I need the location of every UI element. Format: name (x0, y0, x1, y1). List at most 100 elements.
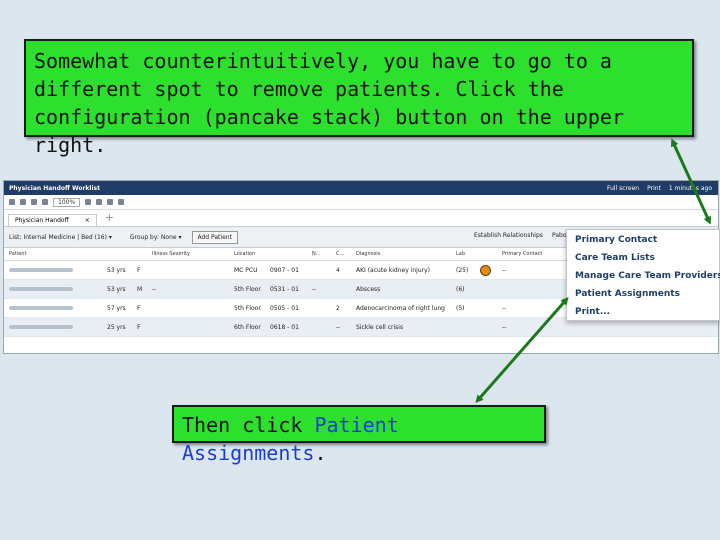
severity-cell (147, 299, 229, 317)
alert-badge-icon (475, 261, 497, 279)
close-icon[interactable]: × (85, 217, 90, 224)
instruction-text-top: Somewhat counterintuitively, you have to… (34, 49, 625, 157)
configuration-menu: Primary Contact Care Team Lists Manage C… (566, 229, 720, 321)
column-header[interactable]: Patient (4, 248, 102, 260)
group-select[interactable]: None (161, 234, 177, 241)
column-header[interactable]: Lab (451, 248, 475, 260)
location-cell: 5th Floor (234, 304, 261, 312)
column-header[interactable] (475, 248, 497, 260)
age-cell: 25 yrs (107, 323, 126, 331)
instruction-text-bottom-suffix: . (314, 441, 327, 465)
full-screen-button[interactable]: Full screen (607, 185, 639, 192)
column-header[interactable] (132, 248, 147, 260)
menu-item-patient-assignments[interactable]: Patient Assignments (575, 289, 680, 299)
icon-cell (475, 280, 497, 298)
column-header[interactable]: Illness Severity (147, 248, 229, 260)
diagnosis-cell: Sickle cell crisis (356, 323, 404, 331)
column-header[interactable]: Location (229, 248, 265, 260)
toolbar: 100% (4, 195, 718, 210)
instruction-callout-bottom: Then click Patient Assignments. (172, 405, 546, 465)
icon-cell (475, 318, 497, 336)
tab-label: Physician Handoff (15, 217, 69, 224)
count-cell: 2 (336, 304, 340, 312)
pabo-label: Pabo (552, 232, 567, 239)
refresh-timestamp[interactable]: 1 minutes ago (669, 185, 712, 192)
list-label: List: (9, 233, 22, 241)
primary-contact-cell: -- (502, 304, 507, 312)
severity-cell (147, 318, 229, 336)
location-cell: 6th Floor (234, 323, 261, 331)
primary-contact-cell: -- (502, 266, 507, 274)
diagnosis-cell: Abscess (356, 285, 381, 293)
menu-item-manage-care-team-providers[interactable]: Manage Care Team Providers (575, 271, 720, 281)
bed-cell: 0618 - 01 (270, 323, 299, 331)
age-cell: 57 yrs (107, 304, 126, 312)
diagnosis-cell: Adenocarcinoma of right lung (356, 304, 445, 312)
title-bar: Physician Handoff Worklist Full screen P… (4, 181, 718, 195)
icon-cell (475, 299, 497, 317)
column-header[interactable]: Diagnosis (351, 248, 451, 260)
diagnosis-cell: AKI (acute kidney injury) (356, 266, 430, 274)
print-icon[interactable] (107, 199, 114, 205)
bed-cell: 0505 - 01 (270, 304, 299, 312)
menu-item-primary-contact[interactable]: Primary Contact (575, 235, 657, 245)
zoom-select[interactable]: 100% (53, 197, 81, 207)
binoculars-icon[interactable] (9, 199, 15, 205)
age-cell: 53 yrs (107, 266, 126, 274)
title-bar-actions: Full screen Print 1 minutes ago (607, 181, 712, 195)
primary-contact-cell (497, 280, 557, 298)
notes-cell (307, 299, 331, 317)
notes-cell: -- (312, 285, 317, 293)
sex-cell: M (137, 285, 143, 293)
chevron-down-icon[interactable]: ▾ (107, 234, 112, 241)
column-header[interactable]: C... (331, 248, 351, 260)
patient-name-redacted (4, 261, 102, 279)
lab-cell (451, 318, 475, 336)
bed-cell: 0907 - 01 (270, 266, 299, 274)
patient-name-redacted (4, 318, 102, 336)
age-cell: 53 yrs (107, 285, 126, 293)
window-title: Physician Handoff Worklist (9, 184, 100, 192)
primary-contact-cell: -- (502, 323, 507, 331)
patient-name-redacted (4, 280, 102, 298)
sex-cell: F (137, 304, 141, 312)
tab-physician-handoff[interactable]: Physician Handoff × (8, 214, 97, 226)
forward-icon[interactable] (96, 199, 103, 205)
lab-cell: (5) (456, 304, 465, 312)
print-button[interactable]: Print (647, 185, 661, 192)
notes-cell (307, 318, 331, 336)
column-header[interactable]: N... (307, 248, 331, 260)
count-cell: 4 (336, 266, 340, 274)
instruction-text-bottom-prefix: Then click (182, 413, 315, 437)
column-header[interactable] (265, 248, 307, 260)
severity-cell: -- (152, 285, 157, 293)
lock-icon[interactable] (118, 199, 125, 205)
severity-cell (147, 261, 229, 279)
column-header[interactable] (102, 248, 132, 260)
instruction-callout-top: Somewhat counterintuitively, you have to… (24, 39, 694, 157)
zoom-in-icon[interactable] (31, 199, 37, 205)
menu-item-print[interactable]: Print... (575, 307, 610, 317)
add-patient-button[interactable]: Add Patient (191, 230, 238, 244)
column-header[interactable]: Primary Contact (497, 248, 557, 260)
count-cell (331, 280, 351, 298)
lab-cell: (6) (456, 285, 465, 293)
patient-name-redacted (4, 299, 102, 317)
tab-row: Physician Handoff × + (4, 210, 718, 227)
document-icon[interactable] (20, 199, 26, 205)
sex-cell: F (137, 323, 141, 331)
chevron-down-icon[interactable]: ▾ (177, 234, 181, 241)
group-label: Group by: (129, 233, 159, 241)
count-cell: -- (336, 323, 341, 331)
bed-cell: 0531 - 01 (270, 285, 299, 293)
menu-item-care-team-lists[interactable]: Care Team Lists (575, 253, 655, 263)
sex-cell: F (137, 266, 141, 274)
establish-relationships-button[interactable]: Establish Relationships (474, 232, 543, 239)
zoom-out-icon[interactable] (42, 199, 48, 205)
list-select[interactable]: Internal Medicine | Bed (16) (23, 234, 107, 241)
location-cell: 5th Floor (234, 285, 261, 293)
notes-cell (307, 261, 331, 279)
add-tab-icon[interactable]: + (105, 211, 114, 224)
location-cell: MC PCU (234, 266, 258, 274)
back-icon[interactable] (85, 199, 92, 205)
